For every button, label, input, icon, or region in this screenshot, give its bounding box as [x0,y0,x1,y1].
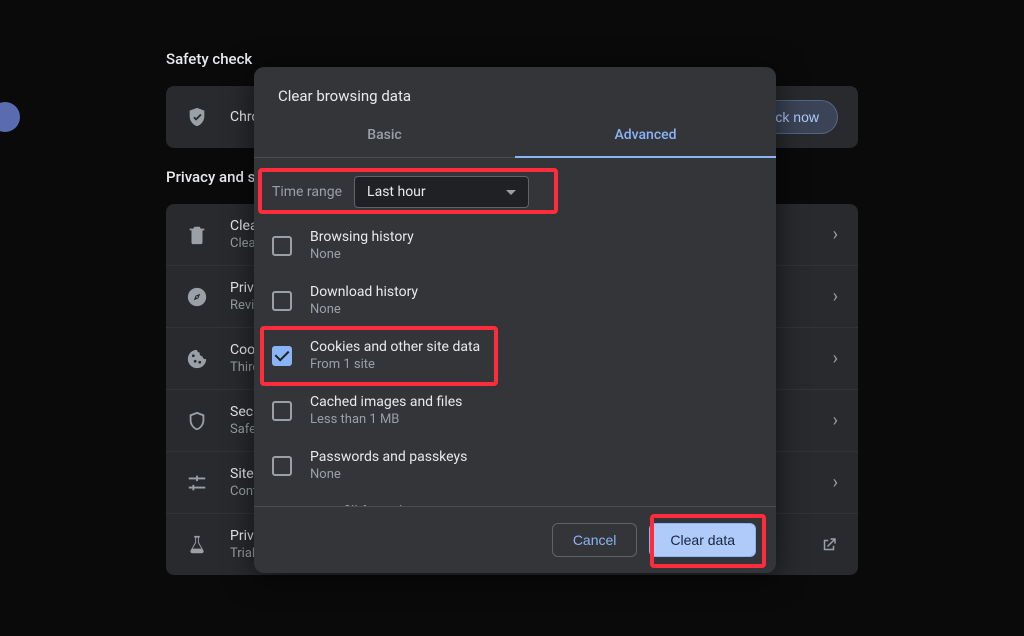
chevron-right-icon: › [833,472,838,493]
chevron-right-icon: › [833,410,838,431]
check-item-cached[interactable]: Cached images and files Less than 1 MB [272,383,776,438]
check-item-cookies[interactable]: Cookies and other site data From 1 site [272,328,776,383]
checkbox[interactable] [272,456,292,476]
item-title: Browsing history [310,229,414,245]
chevron-right-icon: › [833,348,838,369]
compass-icon [186,286,208,308]
dialog-checklist: Browsing history None Download history N… [254,218,776,507]
check-item-download-history[interactable]: Download history None [272,273,776,328]
shield-check-icon [186,106,208,128]
dialog-footer: Cancel Clear data [254,507,776,573]
item-title: Cached images and files [310,394,462,410]
checkbox-checked[interactable] [272,346,292,366]
clear-browsing-data-dialog: Clear browsing data Basic Advanced Time … [254,67,776,573]
item-sub: None [310,467,467,482]
checkbox[interactable] [272,291,292,311]
item-title: Cookies and other site data [310,339,480,355]
flask-icon [186,534,208,556]
time-range-row: Time range Last hour [254,158,776,218]
sliders-icon [186,472,208,494]
check-item-autofill[interactable]: Auto-fill form data [272,493,776,507]
check-item-browsing-history[interactable]: Browsing history None [272,218,776,273]
item-sub: None [310,247,414,262]
cookie-icon [186,348,208,370]
item-sub: From 1 site [310,357,480,372]
dropdown-arrow-icon [506,190,516,195]
external-link-icon [820,536,838,554]
time-range-select[interactable]: Last hour [354,176,529,208]
item-sub: Less than 1 MB [310,412,462,427]
item-title: Passwords and passkeys [310,449,467,465]
tab-advanced[interactable]: Advanced [515,115,776,157]
time-range-value: Last hour [367,184,426,200]
shield-icon [186,410,208,432]
checkbox[interactable] [272,401,292,421]
item-title: Download history [310,284,418,300]
chevron-right-icon: › [833,286,838,307]
tab-basic[interactable]: Basic [254,115,515,157]
check-item-passwords[interactable]: Passwords and passkeys None [272,438,776,493]
item-sub: None [310,302,418,317]
trash-icon [186,224,208,246]
chevron-right-icon: › [833,224,838,245]
checkbox[interactable] [272,236,292,256]
clear-data-button[interactable]: Clear data [649,523,756,557]
safety-check-title: Safety check [166,50,858,68]
cancel-button[interactable]: Cancel [552,523,638,557]
dialog-tabs: Basic Advanced [254,115,776,158]
dialog-title: Clear browsing data [254,67,776,115]
time-range-label: Time range [272,184,342,200]
